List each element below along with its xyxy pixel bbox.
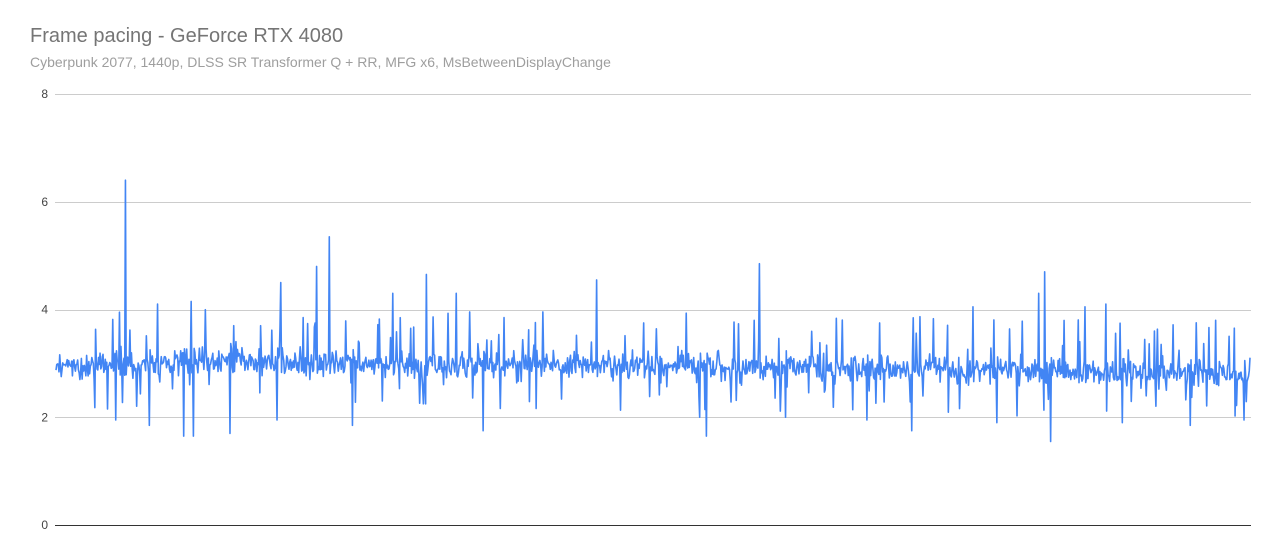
y-tick-label-4: 4 — [41, 303, 48, 317]
y-tick-label-0: 0 — [41, 518, 48, 532]
y-axis-tick-labels: 0 2 4 6 8 — [41, 87, 48, 532]
y-tick-label-6: 6 — [41, 195, 48, 209]
frame-pacing-chart: 0 2 4 6 8 — [41, 87, 1251, 532]
y-tick-label-8: 8 — [41, 87, 48, 101]
gridlines — [55, 94, 1251, 526]
y-tick-label-2: 2 — [41, 410, 48, 424]
